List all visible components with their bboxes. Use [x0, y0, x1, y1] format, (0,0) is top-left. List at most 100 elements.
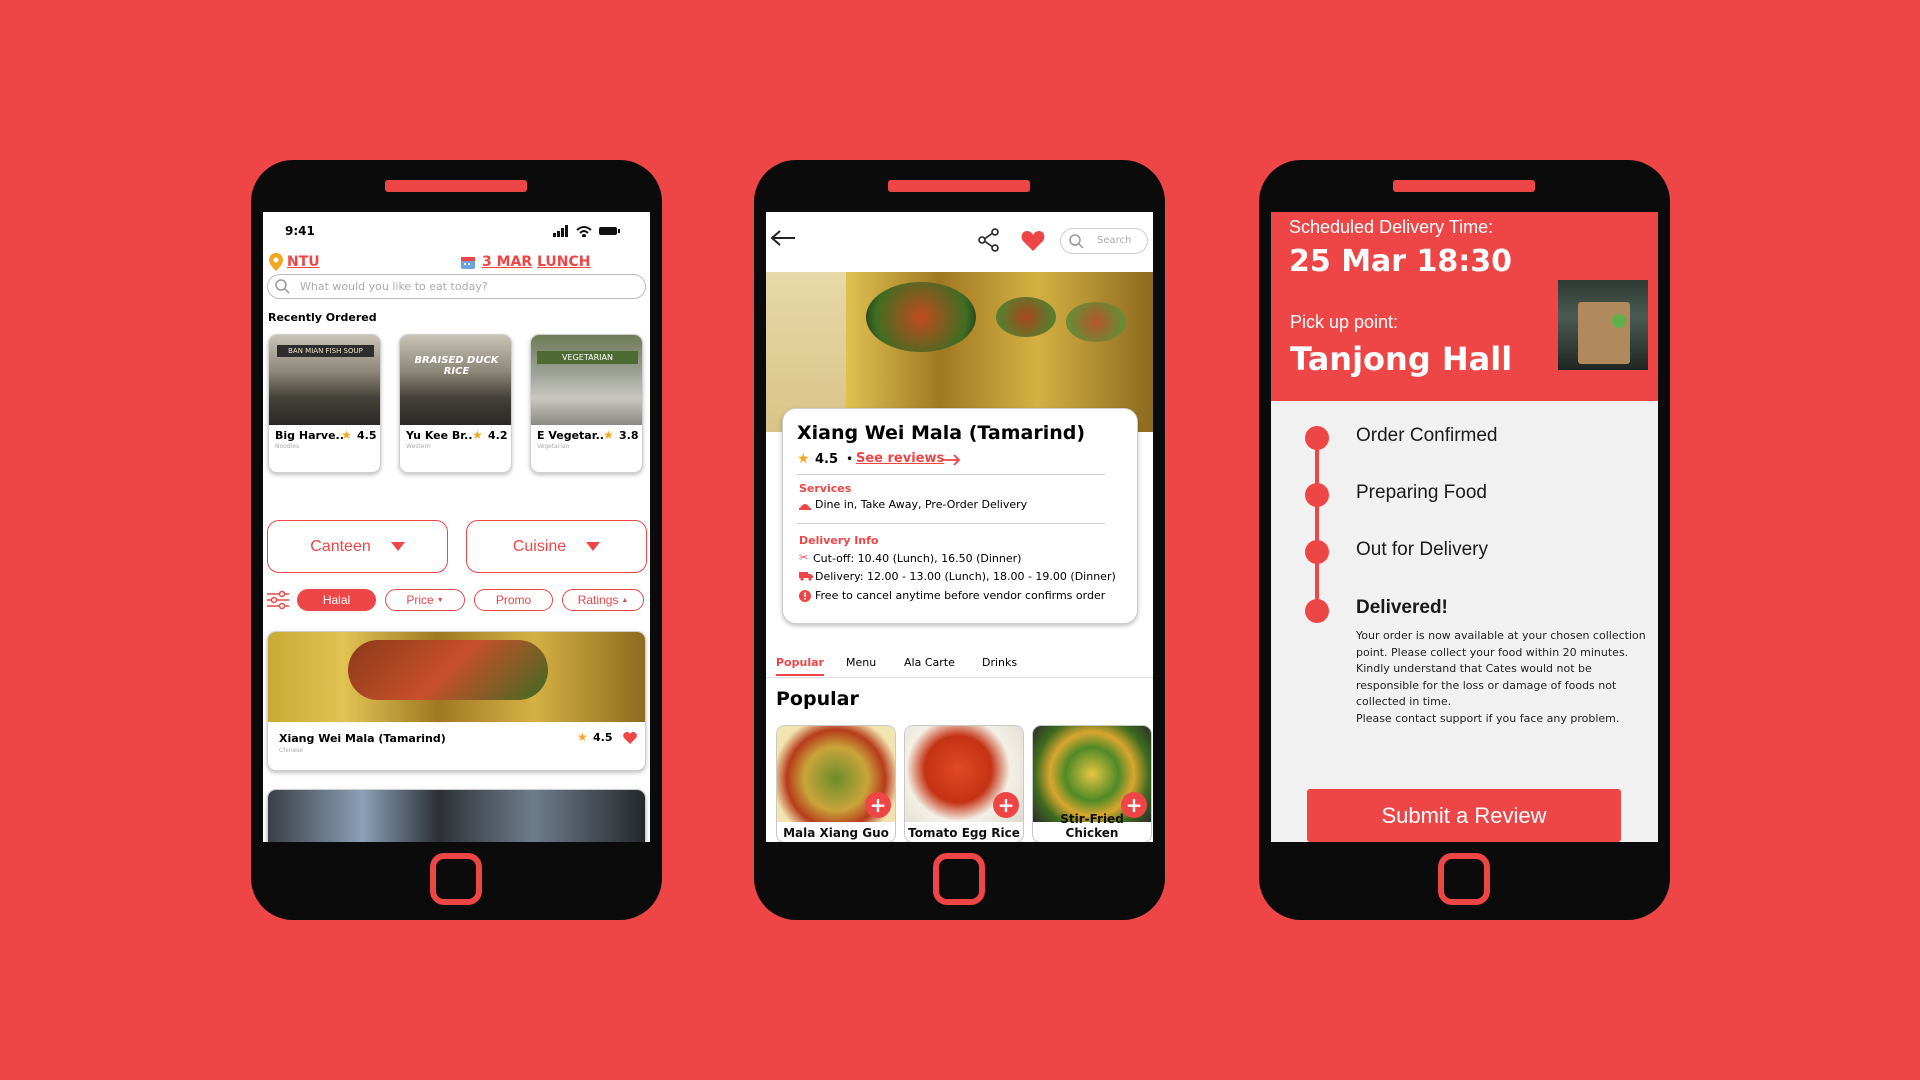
phone-home: 9:41 NTU 3 MAR LUNCH What would you like…: [251, 160, 662, 920]
filter-promo-label: Promo: [495, 593, 532, 607]
star-icon: ★: [577, 730, 588, 744]
restaurant-name: Xiang Wei Mala (Tamarind): [279, 732, 446, 745]
caret-down-icon: ▼: [436, 596, 444, 604]
heart-icon[interactable]: [1021, 230, 1045, 251]
tab-menu[interactable]: Menu: [846, 656, 876, 669]
tab-ala-carte[interactable]: Ala Carte: [904, 656, 955, 669]
home-button[interactable]: [1438, 853, 1490, 905]
bag-shape: [1578, 302, 1630, 364]
star-icon: ★: [797, 451, 810, 467]
hero-dish: [1066, 302, 1126, 342]
filter-ratings[interactable]: Ratings ▲: [562, 589, 644, 611]
filter-price[interactable]: Price ▼: [385, 589, 465, 611]
signal-icon: [553, 225, 568, 237]
recent-rating: 4.2: [488, 429, 508, 442]
tab-popular[interactable]: Popular: [776, 656, 824, 676]
share-icon[interactable]: [978, 228, 1000, 252]
section-title: Popular: [776, 688, 859, 710]
status-icons: [553, 225, 620, 237]
scissors-icon: ✂: [799, 551, 809, 564]
store-search-input[interactable]: Search: [1060, 228, 1148, 254]
back-arrow-icon[interactable]: [770, 229, 796, 247]
restaurant-category: Chinese: [279, 747, 303, 754]
cancel-text: Free to cancel anytime before vendor con…: [815, 589, 1106, 602]
search-input[interactable]: What would you like to eat today?: [267, 274, 646, 299]
restaurant-card[interactable]: Xiang Wei Mala (Tamarind) Chinese ★ 4.5: [267, 631, 646, 771]
dish-photo-overlay: [348, 640, 548, 700]
timeline-dot: [1305, 540, 1329, 564]
add-icon[interactable]: +: [993, 792, 1019, 818]
phone-speaker: [385, 180, 527, 192]
divider: [797, 474, 1105, 475]
dish-name: Mala Xiang Guo: [783, 826, 889, 840]
star-icon: ★: [341, 428, 352, 442]
filter-price-label: Price: [406, 593, 434, 607]
recent-name: Big Harve..: [275, 429, 344, 442]
info-icon: [799, 590, 811, 602]
timeline-dot: [1305, 599, 1329, 623]
delivery-text: Delivery: 12.00 - 13.00 (Lunch), 18.00 -…: [815, 570, 1116, 583]
filter-halal[interactable]: Halal: [297, 589, 376, 611]
dish-card[interactable]: + Mala Xiang Guo: [776, 725, 896, 842]
see-reviews-link[interactable]: See reviews: [856, 451, 944, 466]
cuisine-dropdown[interactable]: Cuisine: [466, 520, 647, 573]
filter-promo[interactable]: Promo: [474, 589, 553, 611]
location-link[interactable]: NTU: [287, 254, 320, 270]
calendar-icon[interactable]: [460, 254, 476, 270]
recent-card[interactable]: BRAISED DUCK RICE Yu Kee Br.. ★ 4.2 West…: [399, 334, 512, 473]
canteen-dropdown[interactable]: Canteen: [267, 520, 448, 573]
tab-drinks[interactable]: Drinks: [982, 656, 1017, 669]
recent-category: Western: [406, 443, 431, 450]
timeline-line: [1315, 438, 1319, 612]
timeline-dot: [1305, 426, 1329, 450]
stall-photo: BRAISED DUCK RICE: [400, 335, 511, 425]
filter-sliders-icon[interactable]: [267, 590, 289, 610]
store-info-card: Xiang Wei Mala (Tamarind) ★ 4.5 • See re…: [782, 408, 1138, 624]
home-screen: 9:41 NTU 3 MAR LUNCH What would you like…: [263, 212, 650, 842]
services-text: Dine in, Take Away, Pre-Order Delivery: [815, 498, 1028, 511]
restaurant-rating: 4.5: [593, 731, 613, 744]
star-icon: ★: [472, 428, 483, 442]
phone-store: Search Xiang Wei Mala (Tamarind) ★ 4.5 •…: [754, 160, 1165, 920]
dish-name: Stir-Fried Chicken: [1060, 812, 1124, 840]
dish-card[interactable]: + Tomato Egg Rice: [904, 725, 1024, 842]
scheduled-label: Scheduled Delivery Time:: [1289, 217, 1494, 237]
search-icon: [275, 279, 290, 294]
chevron-down-icon: [586, 542, 601, 551]
truck-icon: [799, 572, 813, 581]
wifi-icon: [576, 226, 592, 237]
add-icon[interactable]: +: [865, 792, 891, 818]
recent-card[interactable]: VEGETARIAN E Vegetar.. ★ 3.8 Vegetarian: [530, 334, 643, 473]
meal-link[interactable]: LUNCH: [537, 254, 591, 270]
store-rating: 4.5: [815, 452, 839, 467]
submit-review-label: Submit a Review: [1381, 802, 1547, 828]
bag-sticker: [1612, 314, 1626, 328]
heart-icon[interactable]: [623, 732, 637, 744]
home-button[interactable]: [933, 853, 985, 905]
timeline-dot: [1305, 483, 1329, 507]
stall-photo: VEGETARIAN: [531, 335, 642, 425]
home-button[interactable]: [430, 853, 482, 905]
dish-list: + Mala Xiang Guo + Tomato Egg Rice + Sti…: [776, 725, 1153, 842]
tracking-header: Scheduled Delivery Time: 25 Mar 18:30 Pi…: [1271, 212, 1658, 401]
dining-icon: [799, 504, 811, 510]
phone-speaker: [888, 180, 1030, 192]
stall-sign: VEGETARIAN: [537, 351, 638, 364]
services-title: Services: [799, 482, 852, 495]
phone-tracking: Scheduled Delivery Time: 25 Mar 18:30 Pi…: [1259, 160, 1670, 920]
hero-dish: [866, 282, 976, 352]
cutoff-text: Cut-off: 10.40 (Lunch), 16.50 (Dinner): [813, 552, 1022, 565]
dish-card[interactable]: + Stir-Fried Chicken: [1032, 725, 1152, 842]
restaurant-card-partial[interactable]: [267, 789, 646, 842]
arrow-right-icon[interactable]: [943, 454, 961, 466]
recent-card[interactable]: BAN MIAN FISH SOUP Big Harve.. ★ 4.5 Noo…: [268, 334, 381, 473]
submit-review-button[interactable]: Submit a Review: [1307, 789, 1621, 842]
filter-halal-label: Halal: [322, 593, 351, 607]
hero-dish: [996, 297, 1056, 337]
stall-sign: BAN MIAN FISH SOUP: [277, 345, 374, 357]
battery-icon: [599, 227, 620, 235]
rating-dot: •: [846, 452, 854, 466]
date-link[interactable]: 3 MAR: [482, 254, 532, 270]
recent-category: Vegetarian: [537, 443, 570, 450]
location-pin-icon[interactable]: [269, 253, 283, 271]
